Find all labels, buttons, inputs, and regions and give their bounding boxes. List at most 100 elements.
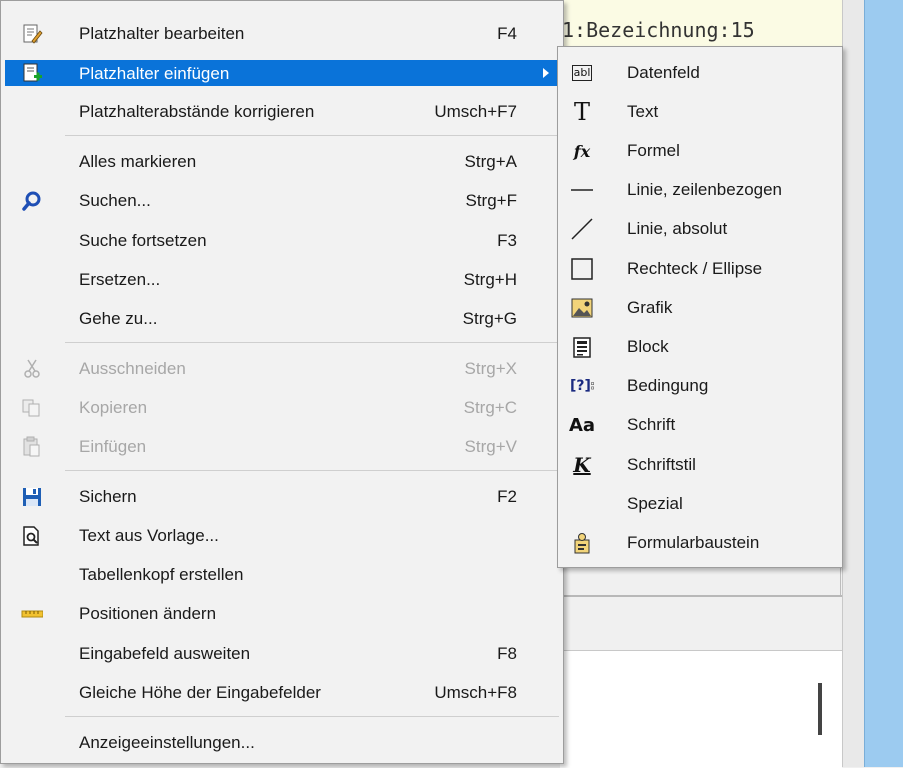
search-icon	[21, 190, 43, 212]
shortcut-label: Umsch+F8	[434, 683, 517, 702]
cut-icon	[21, 358, 43, 380]
menu-separator	[65, 135, 559, 136]
menu-item-cut: Ausschneiden Strg+X	[5, 350, 559, 387]
submenu-item-label: Datenfeld	[627, 63, 700, 82]
divider	[560, 595, 842, 597]
submenu-item-block[interactable]: Block	[561, 327, 839, 366]
text-area[interactable]	[560, 650, 842, 768]
menu-item-create-table-header[interactable]: Tabellenkopf erstellen	[5, 556, 559, 593]
submenu-item-label: Schrift	[627, 415, 676, 434]
submenu-arrow-icon	[543, 68, 549, 78]
shortcut-label: Strg+C	[463, 398, 517, 417]
side-panel	[842, 0, 865, 767]
menu-item-text-from-template[interactable]: Text aus Vorlage...	[5, 517, 559, 554]
submenu-item-line-relative[interactable]: Linie, zeilenbezogen	[561, 170, 839, 209]
submenu-item-text[interactable]: T Text	[561, 92, 839, 131]
shortcut-label: F2	[497, 487, 517, 506]
submenu-item-label: Schriftstil	[627, 455, 696, 474]
menu-item-save[interactable]: Sichern F2	[5, 478, 559, 515]
image-icon	[570, 296, 594, 320]
submenu-item-font-style[interactable]: K Schriftstil	[561, 445, 839, 484]
menu-item-label: Tabellenkopf erstellen	[79, 565, 244, 584]
code-text: 1:Bezeichnung:15	[562, 18, 755, 42]
menu-separator	[65, 716, 559, 717]
submenu-item-special[interactable]: Spezial	[561, 484, 839, 523]
submenu-item-label: Linie, zeilenbezogen	[627, 180, 783, 199]
submenu-item-graphic[interactable]: Grafik	[561, 288, 839, 327]
text-t-icon: T	[573, 98, 590, 126]
menu-item-label: Gleiche Höhe der Eingabefelder	[79, 683, 321, 702]
shortcut-label: Umsch+F7	[434, 102, 517, 121]
submenu-item-label: Grafik	[627, 298, 673, 317]
condition-icon: [?]	[570, 374, 594, 398]
menu-separator	[65, 470, 559, 471]
menu-item-label: Suche fortsetzen	[79, 231, 207, 250]
menu-item-display-settings[interactable]: Anzeigeeinstellungen...	[5, 724, 559, 761]
data-field-icon: abl	[571, 65, 593, 81]
block-icon	[570, 335, 594, 359]
scrollbar[interactable]	[818, 683, 822, 735]
submenu-item-label: Spezial	[627, 494, 683, 513]
menu-item-label: Platzhalter einfügen	[79, 64, 230, 83]
menu-item-replace[interactable]: Ersetzen... Strg+H	[5, 261, 559, 298]
submenu-item-form-module[interactable]: Formularbaustein	[561, 523, 839, 562]
menu-item-label: Kopieren	[79, 398, 148, 417]
menu-item-label: Einfügen	[79, 437, 147, 456]
save-icon	[21, 486, 43, 508]
menu-item-label: Gehe zu...	[79, 309, 158, 328]
menu-item-insert-placeholder[interactable]: Platzhalter einfügen	[5, 60, 559, 86]
shortcut-label: Strg+G	[462, 309, 517, 328]
menu-item-equal-height[interactable]: Gleiche Höhe der Eingabefelder Umsch+F8	[5, 674, 559, 711]
shortcut-label: F3	[497, 231, 517, 250]
document-search-icon	[21, 525, 43, 547]
menu-item-label: Eingabefeld ausweiten	[79, 644, 251, 663]
menu-item-copy: Kopieren Strg+C	[5, 389, 559, 426]
insert-placeholder-submenu: abl Datenfeld T Text fx Formel Linie, ze…	[557, 46, 843, 568]
blue-panel	[864, 0, 903, 767]
shortcut-label: Strg+F	[465, 191, 518, 210]
submenu-item-label: Formel	[627, 141, 680, 160]
submenu-item-label: Rechteck / Ellipse	[627, 259, 763, 278]
menu-item-label: Suchen...	[79, 191, 151, 210]
formula-fx-icon: fx	[573, 141, 591, 161]
shortcut-label: Strg+V	[464, 437, 517, 456]
submenu-item-condition[interactable]: [?] Bedingung	[561, 366, 839, 405]
shortcut-label: F8	[497, 644, 517, 663]
menu-separator	[65, 342, 559, 343]
form-module-icon	[570, 531, 594, 555]
horizontal-line-icon	[570, 178, 594, 202]
shortcut-label: Strg+X	[464, 359, 517, 378]
shortcut-label: Strg+A	[464, 152, 517, 171]
menu-item-expand-input[interactable]: Eingabefeld ausweiten F8	[5, 635, 559, 672]
submenu-item-font[interactable]: Aa Schrift	[561, 405, 839, 444]
edit-placeholder-icon	[21, 23, 43, 45]
menu-item-paste: Einfügen Strg+V	[5, 428, 559, 465]
submenu-item-line-absolute[interactable]: Linie, absolut	[561, 209, 839, 248]
menu-item-edit-placeholder[interactable]: Platzhalter bearbeiten F4	[5, 15, 559, 52]
menu-item-correct-spacing[interactable]: Platzhalterabstände korrigieren Umsch+F7	[5, 93, 559, 130]
menu-item-label: Sichern	[79, 487, 137, 506]
context-menu: Platzhalter bearbeiten F4 Platzhalter ei…	[0, 0, 564, 764]
menu-item-select-all[interactable]: Alles markieren Strg+A	[5, 143, 559, 180]
copy-icon	[21, 397, 43, 419]
submenu-item-rectangle[interactable]: Rechteck / Ellipse	[561, 249, 839, 288]
submenu-item-label: Formularbaustein	[627, 533, 760, 552]
menu-item-label: Positionen ändern	[79, 604, 217, 623]
menu-item-find-next[interactable]: Suche fortsetzen F3	[5, 222, 559, 259]
shortcut-label: Strg+H	[463, 270, 517, 289]
submenu-item-label: Text	[627, 102, 659, 121]
menu-item-label: Ausschneiden	[79, 359, 186, 378]
menu-item-label: Alles markieren	[79, 152, 197, 171]
insert-placeholder-icon	[21, 62, 43, 84]
menu-item-goto[interactable]: Gehe zu... Strg+G	[5, 300, 559, 337]
menu-item-search[interactable]: Suchen... Strg+F	[5, 182, 559, 219]
submenu-item-data-field[interactable]: abl Datenfeld	[561, 53, 839, 92]
ruler-icon	[21, 603, 43, 625]
submenu-item-label: Block	[627, 337, 669, 356]
menu-item-label: Platzhalter bearbeiten	[79, 24, 245, 43]
font-style-icon: K	[573, 453, 591, 477]
menu-item-change-positions[interactable]: Positionen ändern	[5, 595, 559, 632]
submenu-item-label: Linie, absolut	[627, 219, 728, 238]
submenu-item-formula[interactable]: fx Formel	[561, 131, 839, 170]
rectangle-icon	[570, 257, 594, 281]
